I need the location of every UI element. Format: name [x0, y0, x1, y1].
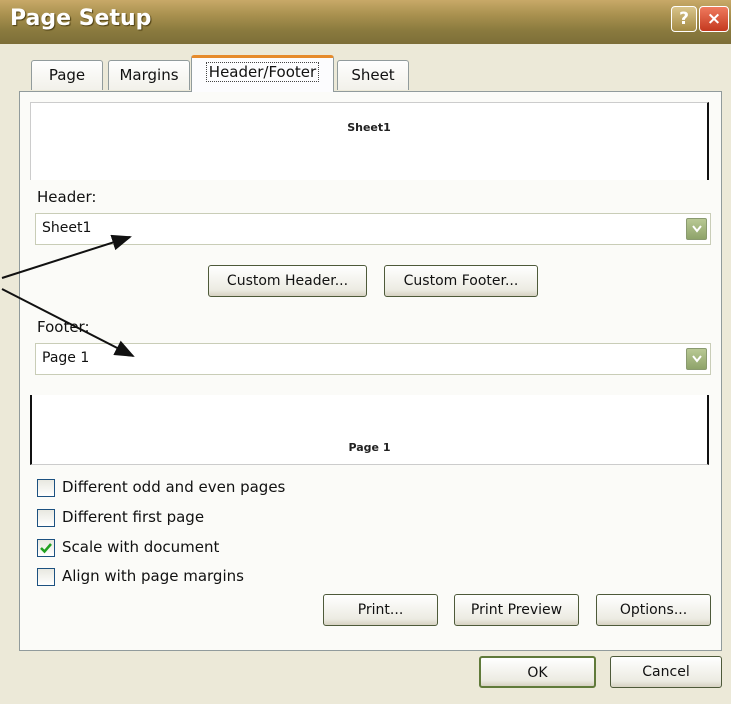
- annotation-arrows: [1, 234, 135, 357]
- annotation-arrow-header: [1, 234, 132, 279]
- tab-header-footer-label: Header/Footer: [205, 62, 320, 82]
- tab-header-footer[interactable]: Header/Footer: [191, 55, 334, 92]
- annotation-arrow-footer: [1, 288, 135, 357]
- page-setup-dialog: Page Setup ? × Page Margins Header/Foote…: [0, 0, 731, 704]
